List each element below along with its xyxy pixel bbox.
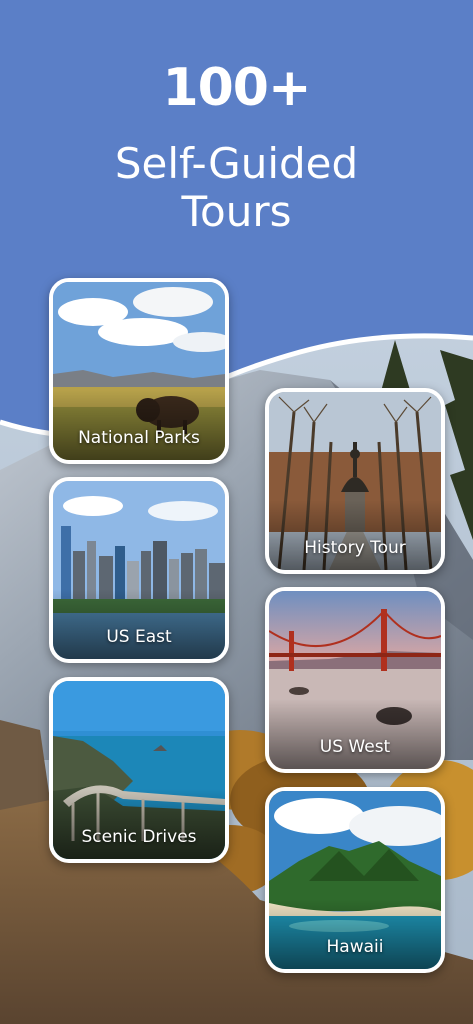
page-subtitle: Self-Guided Tours bbox=[0, 140, 473, 236]
tour-card-national-parks[interactable]: National Parks bbox=[49, 278, 229, 464]
tour-label: US East bbox=[106, 627, 172, 647]
tour-card-us-west[interactable]: US West bbox=[265, 587, 445, 773]
tour-card-scenic-drives[interactable]: Scenic Drives bbox=[49, 677, 229, 863]
tour-label: Hawaii bbox=[326, 937, 384, 957]
tour-card-history-tour[interactable]: History Tour bbox=[265, 388, 445, 574]
tour-label: National Parks bbox=[78, 428, 200, 448]
tour-label: History Tour bbox=[304, 538, 406, 558]
subtitle-line-1: Self-Guided bbox=[114, 139, 359, 188]
tour-count-heading: 100+ bbox=[162, 58, 311, 118]
tour-label: Scenic Drives bbox=[81, 827, 197, 847]
subtitle-line-2: Tours bbox=[181, 187, 292, 236]
tour-card-hawaii[interactable]: Hawaii bbox=[265, 787, 445, 973]
tour-card-us-east[interactable]: US East bbox=[49, 477, 229, 663]
tour-label: US West bbox=[319, 737, 391, 757]
